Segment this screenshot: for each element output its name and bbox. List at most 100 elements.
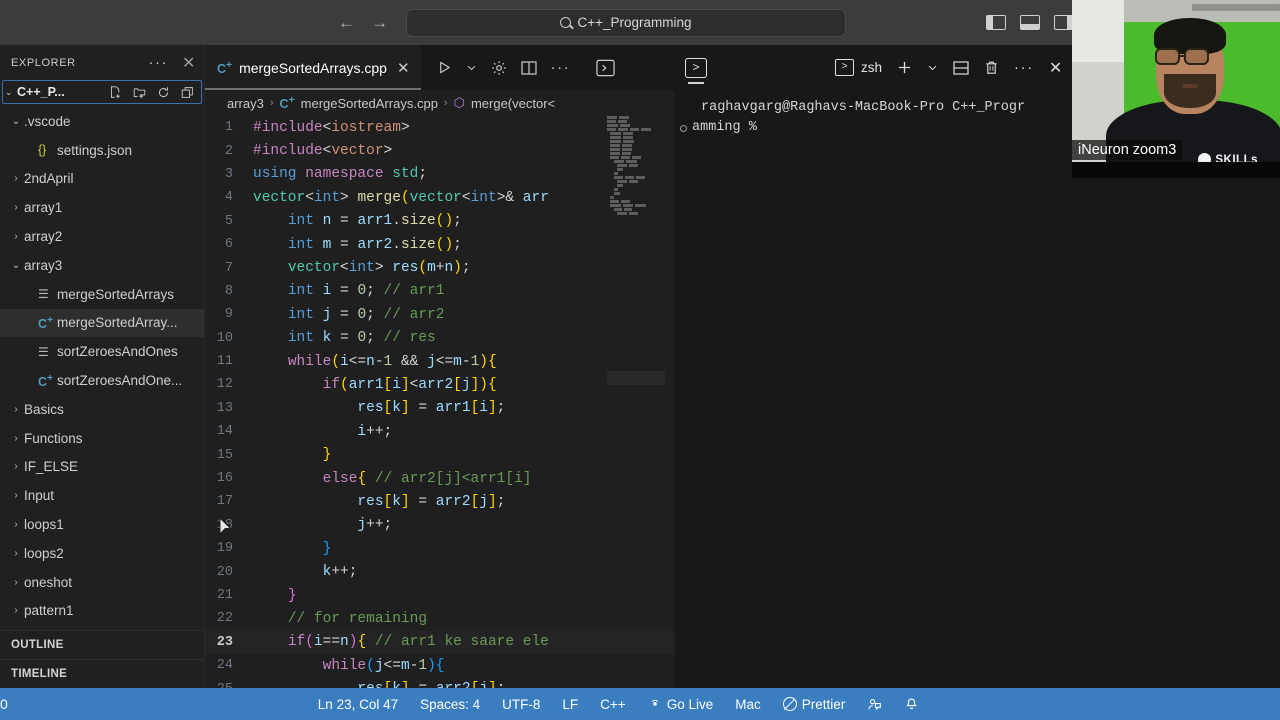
tree-item[interactable]: {} settings.json [0, 136, 204, 165]
line-number: 11 [216, 354, 233, 370]
tree-item[interactable]: C+ sortZeroesAndOne... [0, 366, 204, 395]
tree-item[interactable]: ☰ mergeSortedArrays [0, 280, 204, 309]
tree-item[interactable]: ⌄ array3 [0, 251, 204, 280]
collapse-folders-icon[interactable] [181, 86, 194, 99]
tree-item-label: loops2 [24, 545, 64, 561]
code-text: int n = arr1.size(); [287, 213, 462, 230]
wall-panel [1072, 0, 1124, 62]
run-code-button[interactable] [437, 60, 452, 75]
editor-scrollbar[interactable] [667, 116, 675, 688]
tree-item[interactable]: › loops1 [0, 510, 204, 539]
search-icon [560, 17, 572, 28]
chevron-right-icon: › [14, 173, 18, 185]
tree-item[interactable]: › Input [0, 481, 204, 510]
tree-item-label: Input [24, 488, 55, 504]
code-line: 1 #include<iostream> [205, 116, 675, 139]
line-number: 23 [216, 634, 233, 650]
line-number: 10 [216, 330, 233, 346]
tree-item-label: Basics [24, 401, 64, 417]
split-terminal-icon[interactable] [953, 60, 969, 75]
kill-terminal-icon[interactable] [984, 60, 999, 75]
tree-item[interactable]: ☰ sortZeroesAndOnes [0, 337, 204, 366]
tree-item[interactable]: › Functions [0, 424, 204, 453]
circle-slash-icon [782, 697, 797, 711]
code-line: 6 int m = arr2.size(); [205, 233, 675, 256]
status-item-label: UTF-8 [502, 696, 541, 712]
workspace-root-label: C++_P... [17, 85, 65, 99]
editor-tab-mergesortedarrays[interactable]: C+ mergeSortedArrays.cpp ✕ [205, 45, 421, 90]
status-item-c[interactable]: C++ [600, 697, 626, 712]
new-folder-icon[interactable] [133, 86, 146, 99]
settings-gear-icon[interactable] [491, 60, 507, 76]
line-number: 7 [224, 260, 233, 276]
status-item-label: LF [562, 696, 579, 712]
status-item-lf[interactable]: LF [562, 697, 578, 712]
breadcrumb-item[interactable]: mergeSortedArrays.cpp [301, 96, 438, 111]
tree-item[interactable]: › 2ndApril [0, 165, 204, 194]
editor-more-actions-icon[interactable]: ··· [551, 59, 571, 76]
status-item-prettier[interactable]: Prettier [782, 696, 846, 712]
tree-item[interactable]: › pattern1 [0, 597, 204, 626]
webcam-overlay: SKILLs iNeuron zoom3 [1072, 0, 1280, 178]
explorer-close-icon[interactable]: ✕ [182, 53, 196, 73]
status-bar: 0 Ln 23, Col 47 Spaces: 4 UTF-8 LF C++ Go Liv… [0, 688, 1280, 720]
refresh-explorer-icon[interactable] [157, 86, 170, 99]
code-text: i++; [357, 423, 393, 440]
tree-item-label: 2ndApril [24, 171, 74, 187]
close-panel-icon[interactable]: ✕ [1049, 58, 1062, 78]
tree-item[interactable]: › Basics [0, 395, 204, 424]
tree-item-label: mergeSortedArray... [57, 315, 178, 331]
tree-item[interactable]: › oneshot [0, 568, 204, 597]
tree-item[interactable]: › array1 [0, 193, 204, 222]
cpp-file-icon: C+ [38, 314, 54, 332]
tree-item-label: Functions [24, 430, 83, 446]
glasses-right-lens [1184, 48, 1209, 65]
status-item-utf-8[interactable]: UTF-8 [502, 697, 540, 712]
terminal-profile-chevron-icon[interactable] [927, 62, 938, 73]
code-text: int m = arr2.size(); [287, 236, 462, 253]
close-icon[interactable]: ✕ [397, 59, 410, 77]
timeline-section-header[interactable]: TIMELINE [0, 659, 204, 688]
toggle-primary-sidebar-icon[interactable] [986, 15, 1006, 30]
tree-item[interactable]: › IF_ELSE [0, 453, 204, 482]
split-editor-icon[interactable] [520, 60, 537, 75]
explorer-more-actions-icon[interactable]: ··· [148, 54, 168, 71]
tree-item[interactable]: › loops2 [0, 539, 204, 568]
terminal-instance-zsh[interactable]: > zsh [835, 59, 882, 76]
breadcrumb-item[interactable]: array3 [227, 96, 264, 111]
code-editor[interactable]: 1 #include<iostream> 2 #include<vector> 3 usi… [205, 116, 675, 688]
feedback-icon[interactable] [867, 697, 882, 712]
new-terminal-plus-icon[interactable] [897, 60, 912, 75]
status-item-go-live[interactable]: Go Live [648, 696, 713, 713]
code-line: 25 res[k] = arr2[j]; [205, 677, 675, 688]
line-number: 22 [216, 611, 233, 627]
code-line: 23 if(i==n){ // arr1 ke saare ele [205, 630, 675, 654]
toggle-panel-icon[interactable] [1020, 15, 1040, 30]
status-item-ln-23-col-47[interactable]: Ln 23, Col 47 [318, 697, 398, 712]
new-file-icon[interactable] [109, 85, 122, 99]
toggle-terminal-icon[interactable] [596, 59, 615, 77]
breadcrumb-item[interactable]: merge(vector< [471, 96, 555, 111]
status-item-mac[interactable]: Mac [735, 697, 761, 712]
panel-more-actions-icon[interactable]: ··· [1014, 59, 1034, 76]
status-item-label: Prettier [801, 696, 846, 712]
code-line: 3 using namespace std; [205, 163, 675, 186]
terminal-tab-icon[interactable]: > [685, 57, 707, 84]
tree-item[interactable]: › array2 [0, 222, 204, 251]
toggle-secondary-sidebar-icon[interactable] [1054, 15, 1074, 30]
back-arrow-icon[interactable]: ← [338, 14, 355, 31]
notifications-bell-icon[interactable] [904, 697, 919, 712]
explorer-actions [109, 85, 201, 99]
tree-item[interactable]: C+ mergeSortedArray... [0, 308, 204, 338]
forward-arrow-icon[interactable]: → [371, 14, 388, 31]
workspace-root-row[interactable]: ⌄ C++_P... [2, 80, 202, 104]
outline-section-header[interactable]: OUTLINE [0, 630, 204, 659]
run-dropdown-chevron-icon[interactable] [466, 62, 477, 73]
symbol-method-icon: ⬡ [453, 95, 465, 110]
status-item-label: Mac [735, 696, 761, 712]
command-center-search[interactable]: C++_Programming [406, 8, 846, 37]
status-item-label: C++ [600, 696, 626, 712]
tree-item[interactable]: ⌄ .vscode [0, 107, 204, 136]
code-text: while(j<=m-1){ [322, 657, 445, 674]
status-item-spaces-4[interactable]: Spaces: 4 [420, 697, 480, 712]
